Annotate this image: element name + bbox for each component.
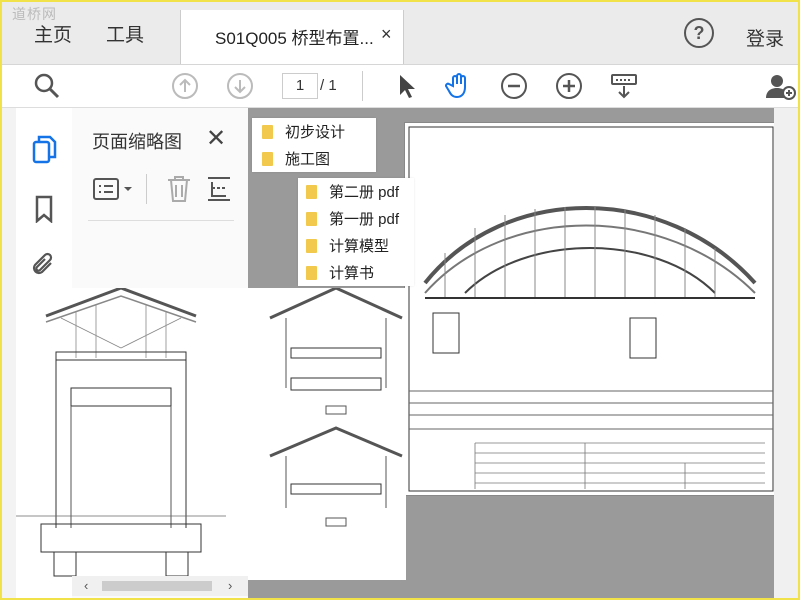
tab-home[interactable]: 主页 [34,20,72,47]
folder-icon [306,238,317,253]
scroll-right-icon[interactable]: › [228,578,232,593]
menu-item-label: 施工图 [285,151,331,168]
menu-item-preliminary[interactable]: 初步设计 [252,118,376,145]
folder-icon [262,124,273,139]
hand-icon[interactable] [444,71,474,101]
menu-item-label: 第二册 pdf [329,184,400,201]
menu-item-label: 计算模型 [329,238,390,255]
close-tab-button[interactable]: × [381,24,392,45]
arrow-up-icon[interactable] [170,71,200,101]
vertical-scrollbar[interactable] [774,108,798,598]
add-user-icon[interactable] [766,71,796,101]
folder-icon [306,211,317,226]
folder-icon [306,184,317,199]
zoom-in-icon[interactable] [554,71,584,101]
scroll-left-icon[interactable]: ‹ [84,578,88,593]
pointer-icon[interactable] [390,71,420,101]
help-icon[interactable]: ? [684,18,714,48]
drawing-sheet [404,122,778,496]
menu-item-label: 计算书 [329,265,375,282]
toolbar: 1 / 1 [2,65,798,108]
section-drawing-small [266,286,406,580]
folder-icon [306,265,317,280]
options-icon[interactable] [92,176,136,207]
scroll-thumb[interactable] [102,581,212,591]
arrow-down-icon[interactable] [225,71,255,101]
section-drawing-large [16,286,276,580]
tab-document[interactable]: S01Q005 桥型布置... × [180,10,404,64]
menu-item-label: 第一册 pdf [329,211,400,228]
zoom-out-icon[interactable] [499,71,529,101]
panel-separator [88,220,234,221]
menu-item-volume-2[interactable]: 第二册 pdf [298,178,414,205]
app-window: 道桥网 主页 工具 S01Q005 桥型布置... × ? 登录 1 / 1 页… [0,0,800,600]
page-number-input[interactable]: 1 [282,73,318,99]
horizontal-scrollbar[interactable]: ‹ › [72,576,248,596]
panel-title: 页面缩略图 [92,132,182,152]
login-button[interactable]: 登录 [746,24,784,51]
panel-toolbar [92,170,242,210]
bookmark-icon[interactable] [30,194,58,224]
menu-item-label: 初步设计 [285,124,346,141]
tab-bar: 道桥网 主页 工具 S01Q005 桥型布置... × ? 登录 [2,2,798,65]
menu-item-calc-model[interactable]: 计算模型 [298,232,414,259]
folder-icon [262,151,273,166]
folder-menu: 初步设计 施工图 [252,118,376,172]
panel-divider [146,174,147,204]
search-icon[interactable] [32,71,62,101]
menu-item-construction[interactable]: 施工图 [252,145,376,172]
left-edge-strip [2,108,17,598]
trash-icon[interactable] [166,174,192,209]
pages-icon[interactable] [30,134,58,164]
toolbar-divider [362,71,363,101]
menu-item-volume-1[interactable]: 第一册 pdf [298,205,414,232]
document-title: S01Q005 桥型布置... [215,29,374,48]
extract-icon[interactable] [206,174,232,209]
menu-item-calc-book[interactable]: 计算书 [298,259,414,286]
tab-tools[interactable]: 工具 [106,20,144,47]
attachment-icon[interactable] [30,250,58,280]
page-total: / 1 [320,77,337,94]
keyboard-scroll-icon[interactable] [609,71,639,101]
folder-submenu: 第二册 pdf 第一册 pdf 计算模型 计算书 [298,178,414,286]
close-panel-button[interactable]: ✕ [206,124,226,153]
